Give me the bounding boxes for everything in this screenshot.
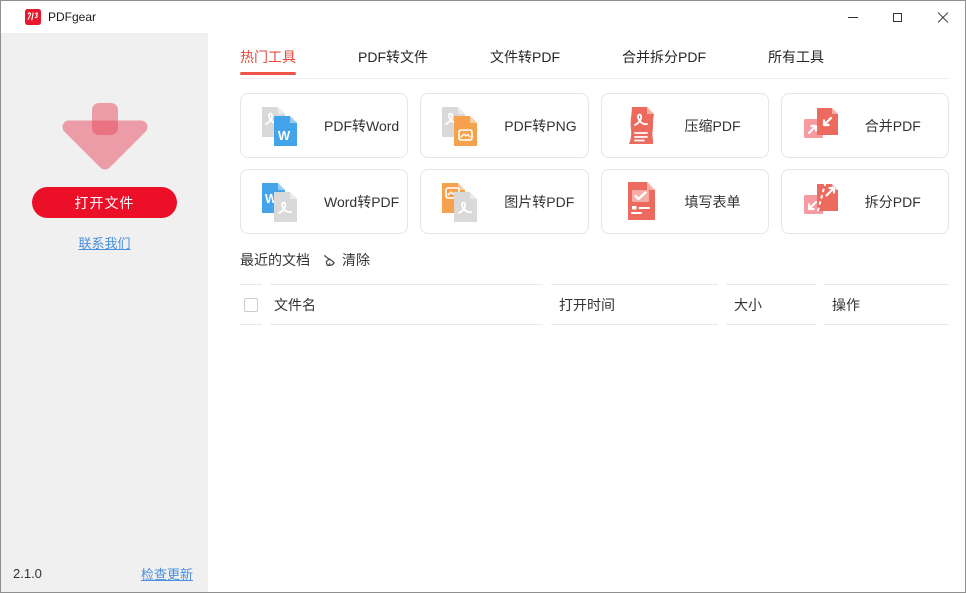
tool-card-split-pdf[interactable]: 拆分PDF [780,169,949,234]
minimize-button[interactable] [830,1,875,33]
fill-form-icon [620,180,664,224]
tool-card-label: Word转PDF [324,193,400,210]
compress-pdf-icon [620,104,664,148]
tool-card-image-to-pdf[interactable]: 图片转PDF [420,169,589,234]
pdf-to-png-icon [439,104,483,148]
tool-card-label: 合并PDF [864,117,921,134]
tool-card-label: PDF转Word [324,117,400,134]
close-icon [937,11,949,23]
clear-recent-button[interactable]: 清除 [322,250,370,270]
split-pdf-icon [800,180,844,224]
svg-text:W: W [278,128,291,143]
tool-card-label: 填写表单 [684,193,741,210]
broom-icon [323,254,335,266]
title-bar: PDFgear [1,1,965,33]
tool-card-merge-pdf[interactable]: 合并PDF [780,93,949,158]
select-all-checkbox[interactable] [244,297,258,312]
window-title: PDFgear [48,10,97,24]
tool-card-label: 压缩PDF [684,117,741,134]
pdf-to-word-icon: W [259,104,303,148]
tab-bar: 热门工具 PDF转文件 文件转PDF 合并拆分PDF 所有工具 [240,33,949,79]
merge-pdf-icon [800,104,844,148]
download-arrow-icon [55,101,155,178]
maximize-button[interactable] [875,1,920,33]
column-header-size: 大小 [726,284,816,325]
recent-table-header: 文件名 打开时间 大小 操作 [240,284,949,325]
tab-file-to-pdf[interactable]: 文件转PDF [490,33,560,78]
window-body: 打开文件 联系我们 2.1.0 检查更新 热门工具 PDF转文件 文件转PDF 合并拆… [1,33,965,592]
tool-card-word-to-pdf[interactable]: W Word转PDF [240,169,409,234]
column-header-filename: 文件名 [270,284,543,325]
tool-card-pdf-to-png[interactable]: PDF转PNG [420,93,589,158]
close-button[interactable] [920,1,965,33]
tab-hot-tools[interactable]: 热门工具 [240,33,296,78]
word-to-pdf-icon: W [259,180,303,224]
header-checkbox-cell [240,284,262,325]
tab-merge-split-pdf[interactable]: 合并拆分PDF [622,33,706,78]
tool-card-grid: W PDF转Word PDF转PNG 压缩PDF 合并PDF W Word转PDF 图片转PD… [240,93,949,234]
app-logo-icon [25,9,41,25]
tab-all-tools[interactable]: 所有工具 [768,33,824,78]
recent-documents-title: 最近的文档 [240,252,310,268]
main-content: 热门工具 PDF转文件 文件转PDF 合并拆分PDF 所有工具 W PDF转Word PDF… [208,33,965,592]
tool-card-label: 图片转PDF [504,193,575,210]
maximize-icon [893,12,902,22]
tool-card-label: PDF转PNG [504,117,577,134]
check-update-link[interactable]: 检查更新 [141,564,193,583]
tool-card-pdf-to-word[interactable]: W PDF转Word [240,93,409,158]
minimize-icon [847,16,858,18]
clear-recent-label: 清除 [342,252,370,268]
column-header-open-time: 打开时间 [551,284,718,325]
image-to-pdf-icon [439,180,483,224]
app-window: PDFgear 打开文件 联系我们 2.1.0 检查更新 热门工具 PDF转文件文… [0,0,966,593]
recent-documents-header: 最近的文档 清除 [240,250,949,270]
column-header-operation: 操作 [824,284,949,325]
version-label: 2.1.0 [13,566,42,581]
tool-card-label: 拆分PDF [864,193,921,210]
tool-card-compress-pdf[interactable]: 压缩PDF [600,93,769,158]
open-file-button[interactable]: 打开文件 [32,187,177,218]
tab-pdf-to-file[interactable]: PDF转文件 [358,33,428,78]
sidebar: 打开文件 联系我们 2.1.0 检查更新 [1,33,208,592]
sidebar-footer: 2.1.0 检查更新 [1,564,208,583]
contact-us-link[interactable]: 联系我们 [78,233,130,252]
tool-card-fill-form[interactable]: 填写表单 [600,169,769,234]
